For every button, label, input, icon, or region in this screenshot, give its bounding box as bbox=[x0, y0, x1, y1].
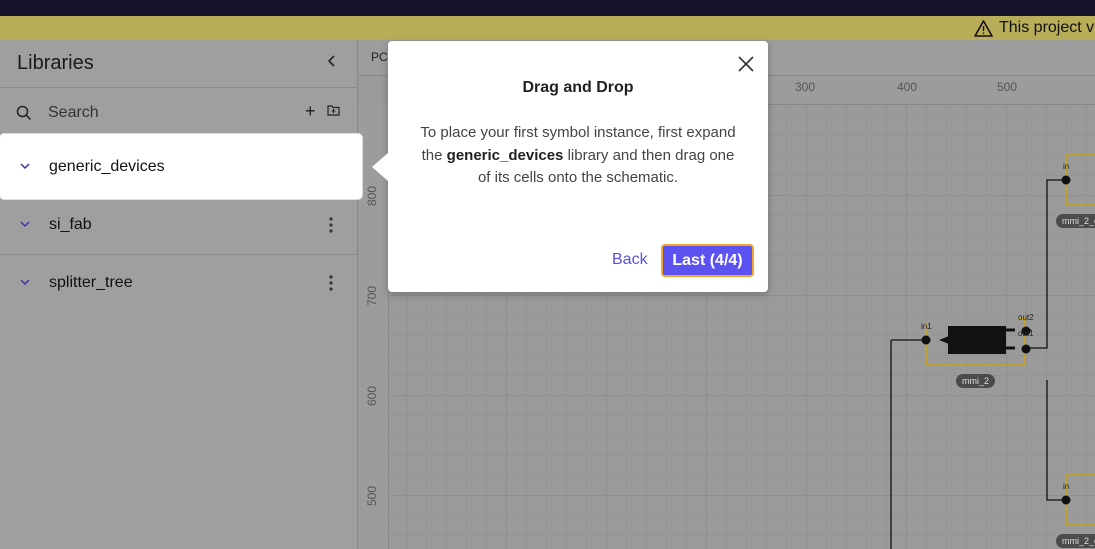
pin-label: out2 bbox=[1018, 313, 1034, 322]
port-in bbox=[1061, 175, 1071, 185]
divider bbox=[0, 87, 358, 88]
warning-text: This project v bbox=[999, 19, 1095, 36]
add-library-icon[interactable]: + bbox=[305, 102, 316, 120]
warning-icon bbox=[974, 20, 993, 37]
library-item-label: generic_devices bbox=[49, 158, 165, 175]
chevron-down-icon bbox=[20, 163, 30, 170]
search-icon bbox=[16, 105, 32, 121]
instance-name-badge: mmi_2_o bbox=[1056, 214, 1095, 228]
port-in1 bbox=[921, 335, 931, 345]
chevron-down-icon bbox=[20, 279, 30, 286]
mmi-taper bbox=[939, 336, 949, 344]
library-item-splitter-tree[interactable]: splitter_tree bbox=[0, 254, 358, 312]
top-nav-bar bbox=[0, 0, 1095, 16]
wire bbox=[890, 339, 925, 549]
libraries-sidebar: Libraries + si_fab splitter_tree bbox=[0, 40, 358, 549]
onboarding-tour-popover: Drag and Drop To place your first symbol… bbox=[372, 41, 768, 292]
port-out1 bbox=[1021, 344, 1031, 354]
library-item-label: si_fab bbox=[49, 216, 92, 233]
library-item-label: splitter_tree bbox=[49, 274, 133, 291]
folder-add-icon[interactable] bbox=[327, 105, 340, 116]
mmi-body bbox=[948, 326, 1006, 354]
last-step-button[interactable]: Last (4/4) bbox=[661, 244, 754, 277]
back-button[interactable]: Back bbox=[612, 251, 648, 269]
port-in bbox=[1061, 495, 1071, 505]
popover-body: To place your first symbol instance, fir… bbox=[418, 122, 738, 190]
close-icon[interactable] bbox=[737, 55, 755, 73]
search-input[interactable] bbox=[48, 100, 288, 126]
more-options-icon[interactable] bbox=[328, 216, 334, 234]
library-item-generic-devices[interactable]: generic_devices bbox=[0, 134, 362, 199]
warning-banner: This project v bbox=[0, 16, 1095, 40]
library-item-si-fab[interactable]: si_fab bbox=[0, 196, 358, 254]
sidebar-title: Libraries bbox=[17, 52, 94, 74]
popover-body-emphasis: generic_devices bbox=[446, 146, 564, 164]
chevron-down-icon bbox=[20, 221, 30, 228]
popover-arrow bbox=[372, 153, 388, 181]
chevron-left-icon[interactable] bbox=[326, 54, 338, 68]
more-options-icon[interactable] bbox=[328, 274, 334, 292]
pin-label: out1 bbox=[1018, 329, 1034, 338]
pin-label: in1 bbox=[921, 322, 932, 331]
instance-name-badge: mmi_2 bbox=[956, 374, 996, 388]
wire bbox=[1025, 179, 1065, 349]
instance-name-badge: mmi_2_o bbox=[1056, 534, 1095, 548]
popover-title: Drag and Drop bbox=[522, 79, 634, 96]
pin-label: in bbox=[1063, 162, 1070, 171]
pin-label: in bbox=[1063, 482, 1070, 491]
